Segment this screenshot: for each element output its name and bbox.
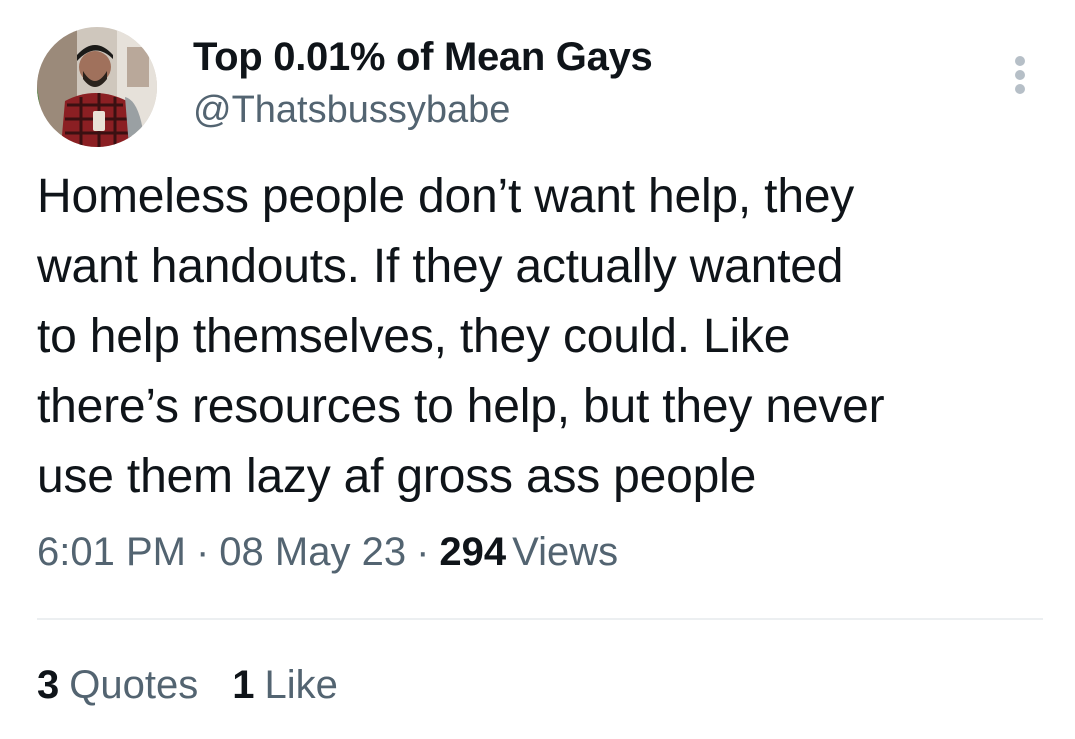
tweet-date[interactable]: 08 May 23 — [219, 530, 406, 574]
more-options-icon[interactable] — [1003, 54, 1037, 96]
engagement-stats: 3 Quotes 1 Like — [37, 663, 338, 708]
tweet-time[interactable]: 6:01 PM — [37, 530, 186, 574]
author-display-name[interactable]: Top 0.01% of Mean Gays — [193, 35, 653, 80]
tweet-text: Homeless people don’t want help, they wa… — [37, 170, 885, 503]
avatar-image — [37, 27, 157, 147]
tweet-meta: 6:01 PM · 08 May 23 · 294 Views — [37, 530, 618, 575]
author-handle[interactable]: @Thatsbussybabe — [193, 89, 510, 132]
meta-separator: · — [195, 530, 210, 574]
views-label[interactable]: Views — [512, 530, 618, 574]
more-dot — [1015, 56, 1025, 66]
likes-label: Like — [264, 663, 338, 707]
likes-count: 1 — [232, 663, 255, 707]
meta-separator: · — [416, 530, 430, 574]
divider — [37, 618, 1043, 620]
more-dot — [1015, 84, 1025, 94]
avatar[interactable] — [37, 27, 157, 147]
quotes-count: 3 — [37, 663, 60, 707]
quotes-label: Quotes — [69, 663, 199, 707]
views-count[interactable]: 294 — [439, 530, 506, 574]
quotes-link[interactable]: 3 Quotes — [37, 663, 198, 708]
more-dot — [1015, 70, 1025, 80]
likes-link[interactable]: 1 Like — [232, 663, 338, 708]
tweet: Top 0.01% of Mean Gays @Thatsbussybabe H… — [0, 0, 1075, 739]
